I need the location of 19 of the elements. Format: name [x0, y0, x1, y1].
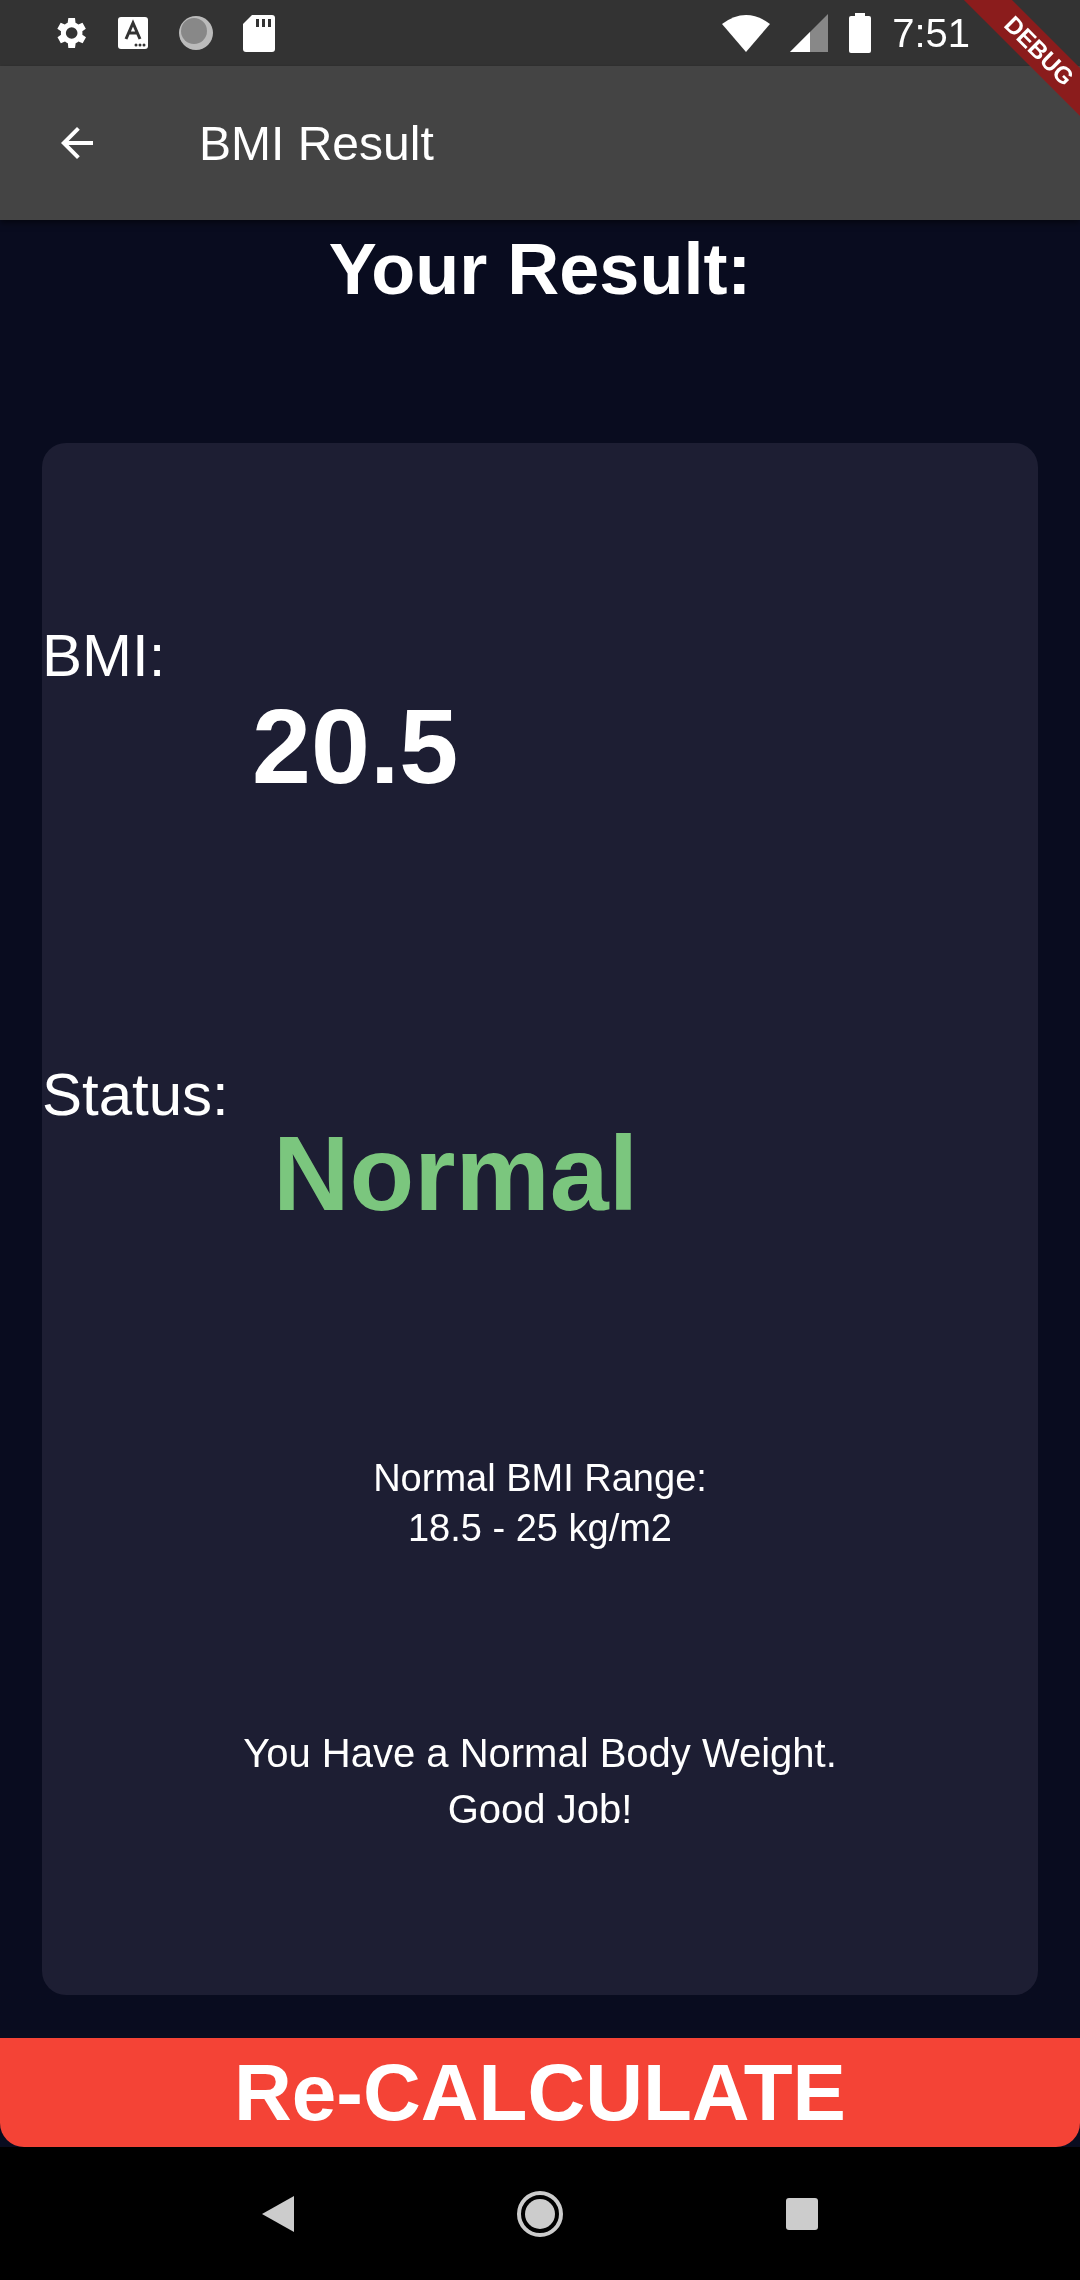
screen-title: BMI Result: [199, 115, 434, 171]
result-message: You Have a Normal Body Weight. Good Job!: [242, 1730, 838, 1834]
signal-icon: [790, 14, 829, 52]
recalculate-button[interactable]: Re-CALCULATE: [0, 2038, 1080, 2147]
back-triangle-icon[interactable]: [260, 2193, 296, 2234]
clock-time: 7:51: [892, 10, 970, 56]
sd-card-icon: [242, 13, 276, 53]
loading-circle-icon: [176, 13, 216, 53]
battery-icon: [848, 13, 873, 53]
bmi-value: 20.5: [252, 688, 459, 805]
status-value: Normal: [273, 1114, 639, 1232]
wifi-icon: [722, 14, 771, 52]
status-label: Status:: [42, 1059, 229, 1129]
bmi-label: BMI:: [42, 621, 166, 690]
home-circle-icon[interactable]: [516, 2189, 564, 2238]
result-heading: Your Result:: [327, 228, 753, 311]
keyboard-app-icon: [116, 15, 150, 51]
normal-range-text: Normal BMI Range: 18.5 - 25 kg/m2: [372, 1456, 708, 1552]
recents-square-icon[interactable]: [784, 2195, 820, 2232]
